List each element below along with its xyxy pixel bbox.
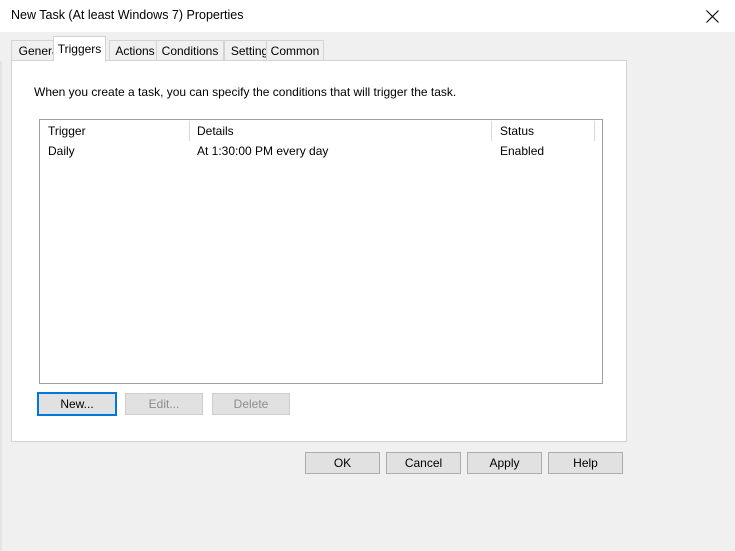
- close-button[interactable]: [689, 0, 735, 32]
- column-header-trigger[interactable]: Trigger: [48, 124, 86, 138]
- tab-label: Actions: [115, 44, 155, 58]
- column-header-details[interactable]: Details: [197, 124, 234, 138]
- edit-trigger-button[interactable]: Edit...: [125, 393, 203, 415]
- title-bar: New Task (At least Windows 7) Properties: [0, 0, 735, 32]
- cell-status: Enabled: [500, 144, 545, 158]
- tab-strip: General Triggers Actions Conditions Sett…: [0, 32, 735, 62]
- close-icon: [705, 9, 719, 23]
- column-separator[interactable]: [491, 121, 492, 141]
- tab-conditions[interactable]: Conditions: [156, 40, 224, 61]
- tab-common[interactable]: Common: [266, 40, 324, 61]
- triggers-list[interactable]: Trigger Details Status Daily At 1:30:00 …: [39, 119, 603, 384]
- help-button[interactable]: Help: [548, 452, 623, 474]
- cell-trigger: Daily: [48, 144, 75, 158]
- tab-label: Common: [270, 44, 320, 58]
- properties-dialog: New Task (At least Windows 7) Properties…: [0, 0, 735, 551]
- cancel-button[interactable]: Cancel: [386, 452, 461, 474]
- triggers-tab-panel: When you create a task, you can specify …: [11, 60, 627, 442]
- column-separator[interactable]: [189, 121, 190, 141]
- delete-trigger-button[interactable]: Delete: [212, 393, 290, 415]
- column-separator[interactable]: [594, 121, 595, 141]
- apply-button[interactable]: Apply: [467, 452, 542, 474]
- tab-label: Triggers: [57, 42, 102, 56]
- panel-description: When you create a task, you can specify …: [34, 85, 457, 99]
- window-title: New Task (At least Windows 7) Properties: [11, 8, 244, 22]
- tab-label: Conditions: [161, 44, 219, 58]
- window-left-edge: [0, 0, 2, 551]
- cell-details: At 1:30:00 PM every day: [197, 144, 329, 158]
- tab-triggers[interactable]: Triggers: [53, 36, 106, 62]
- table-row[interactable]: Daily At 1:30:00 PM every day Enabled: [40, 142, 602, 162]
- list-header-row: Trigger Details Status: [40, 120, 602, 142]
- tab-actions[interactable]: Actions: [109, 40, 161, 61]
- ok-button[interactable]: OK: [305, 452, 380, 474]
- column-header-status[interactable]: Status: [500, 124, 534, 138]
- new-trigger-button[interactable]: New...: [37, 392, 117, 416]
